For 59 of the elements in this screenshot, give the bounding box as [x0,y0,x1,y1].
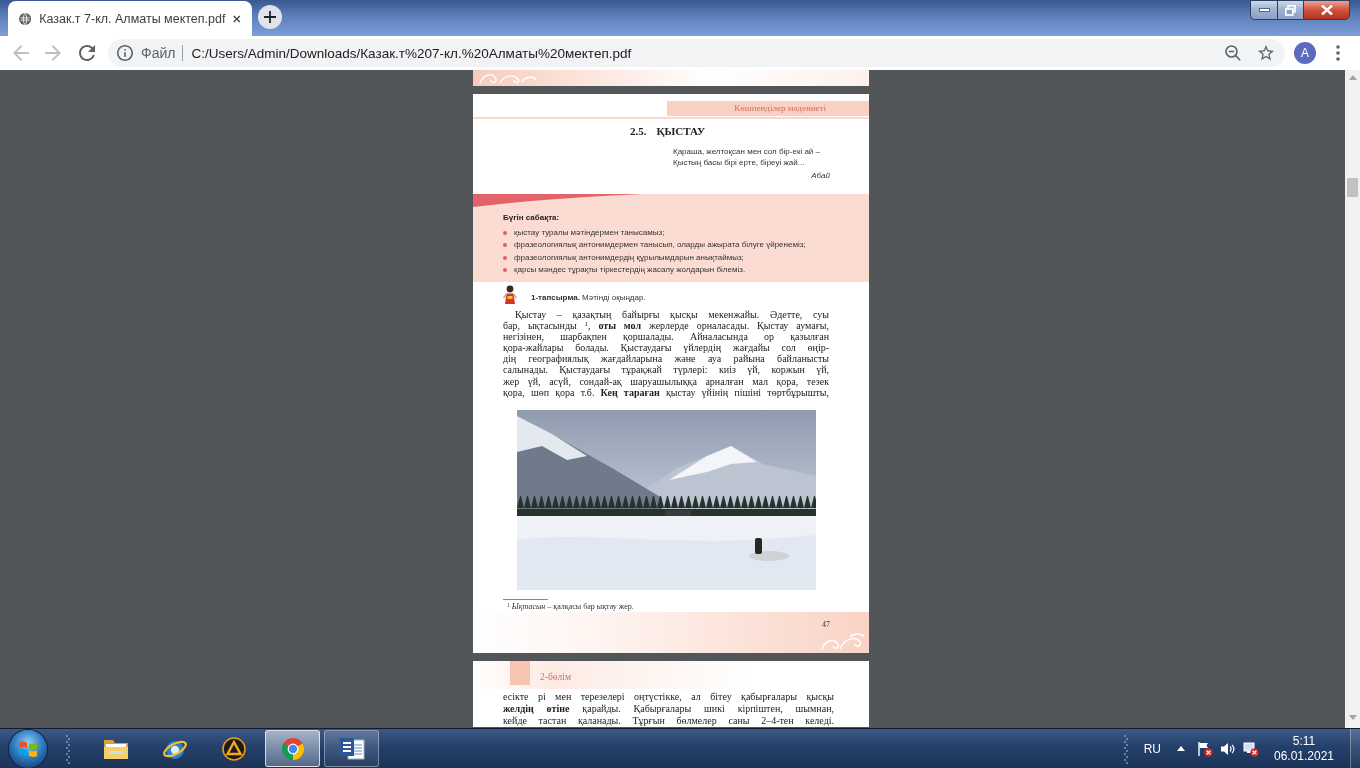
goal-text: қыстау туралы мәтіндермен танысамыз; [514,227,665,240]
triangle-badge-icon [221,736,246,761]
info-icon [117,45,133,61]
running-header: Көшпенділер мәдениеті [667,101,869,116]
clock-button[interactable]: 5:11 06.01.2021 [1272,733,1336,764]
reload-icon[interactable] [79,45,95,61]
browser-tab[interactable]: Казак.т 7-кл. Алматы мектеп.pdf [8,1,252,36]
child-figure-icon [503,285,517,305]
star-icon[interactable] [1258,45,1274,61]
bullet-dot-icon [503,268,507,273]
restore-icon [1285,4,1296,16]
folder-icon [102,737,129,760]
profile-button[interactable]: A [1294,42,1316,64]
section-label: 2-бөлім [540,671,571,683]
globe-icon [19,10,32,27]
start-button[interactable] [9,729,47,768]
grip-dots-icon [1123,733,1128,764]
document-tile-icon [338,736,365,761]
show-desktop-button[interactable] [1350,729,1360,768]
goal-text: фразеологиялық антонимдердің құрылымдарын анықтаймыз; [514,251,744,264]
close-icon[interactable] [233,13,241,24]
minimize-button[interactable] [1250,0,1277,20]
swirl-ornament-icon [478,71,538,85]
speaker-icon[interactable] [1220,740,1236,757]
bullet-dot-icon [503,243,507,248]
taskbar-button[interactable] [324,730,379,767]
scrollbar-thumb[interactable] [1347,178,1358,197]
body-paragraph: Қыстау – қазақтың байырғы қысқы мекенжайы. Әдетте, суы бар, ықтасынды $^{1}$, оты мол жерлерде орналасады. Қыстау аумағы, негізінен, шарбақпен қоршалады. Айналасында ор қазылған қора-жайлары болады. Қыстаудағы үйлердің жағдайы сол өңір- дің географиялық жағдайларына және ауа райына байланысты салынады. Қыстаудағы тұрақжай түрлері: киіз үй, коржын үй, жер үй, асүй, сондай-ақ шаруашылыққа арналған мал қора, тезек қора, шөп қора т.б. Кең тараған қыстау үйінің пішіні төртбұрышты, [503,309,829,398]
footnote-text: $^{1}$ Ықтасын – қалқасы бар ықтау жер. [507,601,634,612]
task-instruction: 1-тапсырма. Мәтінді оқыңдар. [531,292,646,304]
grip-dots-icon [66,733,70,764]
zoom-out-icon[interactable] [1225,45,1241,61]
close-icon [1320,5,1333,15]
accent-square-icon [510,661,530,685]
new-tab-button[interactable] [258,5,282,29]
goal-text: фразеологиялық антонимдермен танысып, оларды ажырата білуге үйренеміз; [514,239,806,252]
network-icon[interactable] [1243,740,1259,757]
goal-text: қарсы мәндес тұрақты тіркестердің жасалу жолдарын білеміз. [514,264,746,277]
goals-heading: Бүгін сабақта: [503,212,560,224]
epigraph-author: Абай [811,170,830,181]
page-number: 47 [822,619,830,629]
minimize-icon [1258,8,1270,12]
plus-icon [264,11,276,23]
section-title: ҚЫСТАУ [656,124,706,138]
restore-button[interactable] [1277,0,1303,20]
close-window-button[interactable] [1303,0,1350,20]
page-info-button[interactable]: Файл [117,45,176,61]
bullet-dot-icon [503,231,507,236]
language-indicator[interactable]: RU [1143,741,1161,756]
address-field[interactable]: Файл C:/Users/Admin/Downloads/Казак.т%207-кл.%20Алматы%20мектеп.pdf [108,39,1285,67]
swirl-ornament-icon [820,631,866,652]
section-number: 2.5. [630,124,647,138]
body-paragraph: есікте рі мен терезелері оңтүстікке, ал бітеу қабырғалары қысқы желдің өтіне қарайды. Қабырғалары шикі кірпіштен, шымнан, кейде тастан қаланады. Тұрғын бөлмелер саны 2–4-тен келеді. [503,691,834,727]
epigraph-poem: Қараша, желтоқсан мен сол бір-екі ай – Қыстың басы бірі ерте, біреуі жай... [673,146,820,168]
bullet-dot-icon [503,255,507,260]
caret-icon[interactable] [1177,746,1185,751]
flag-icon[interactable] [1197,740,1213,757]
tricolor-circle-icon [280,736,305,761]
menu-icon[interactable] [1336,45,1340,61]
